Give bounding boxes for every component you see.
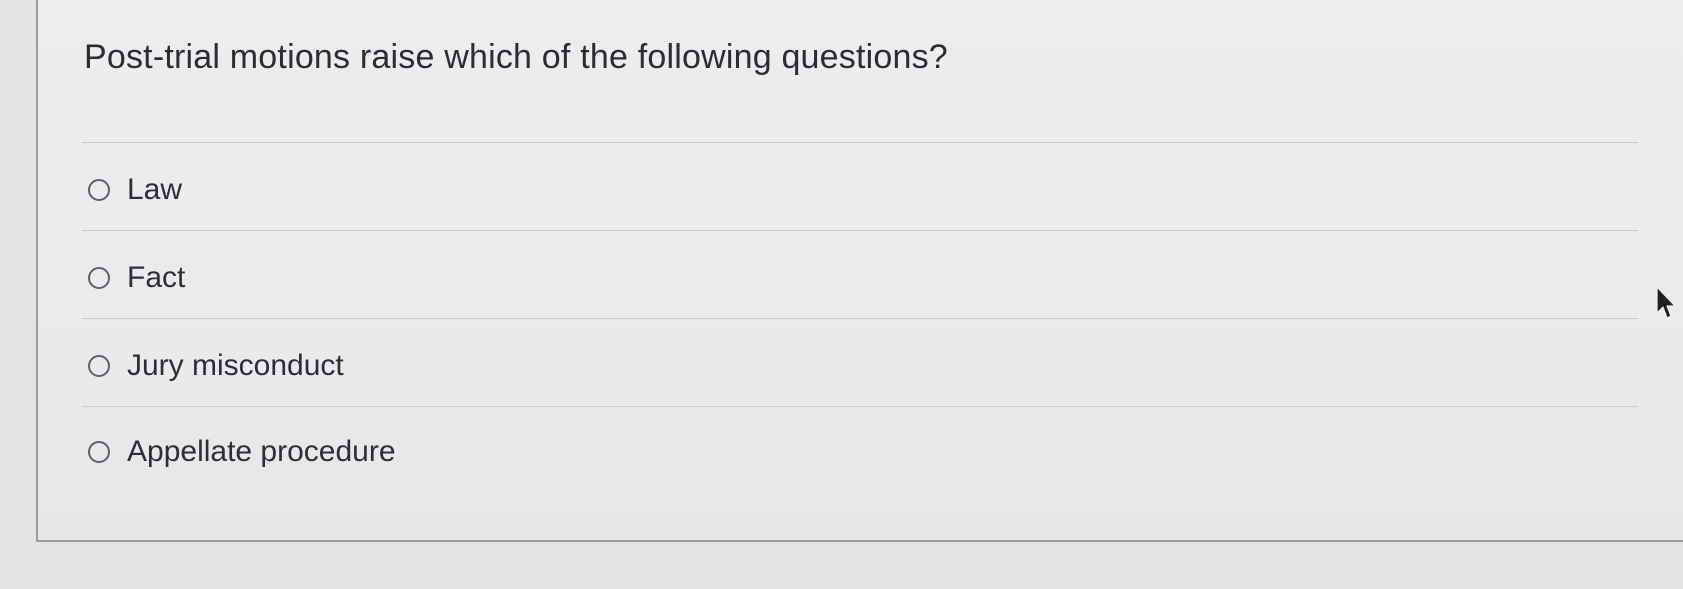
- divider: [82, 142, 1638, 143]
- question-card: Post-trial motions raise which of the fo…: [36, 0, 1683, 542]
- answer-option-fact[interactable]: Fact: [88, 250, 185, 306]
- mouse-pointer-icon: [1656, 286, 1676, 319]
- answer-label: Jury misconduct: [127, 349, 344, 382]
- divider: [82, 406, 1638, 407]
- answer-option-law[interactable]: Law: [88, 162, 182, 218]
- radio-button-jury-misconduct[interactable]: [88, 355, 110, 377]
- answer-label: Law: [127, 173, 183, 206]
- divider: [82, 230, 1638, 231]
- radio-button-law[interactable]: [88, 179, 110, 201]
- answer-label: Appellate procedure: [127, 435, 396, 468]
- question-text: Post-trial motions raise which of the fo…: [84, 38, 948, 76]
- answer-option-jury-misconduct[interactable]: Jury misconduct: [88, 338, 344, 394]
- answer-label: Fact: [127, 261, 186, 294]
- divider: [82, 318, 1638, 319]
- radio-button-appellate-procedure[interactable]: [88, 441, 110, 463]
- radio-button-fact[interactable]: [88, 267, 110, 289]
- answer-option-appellate-procedure[interactable]: Appellate procedure: [88, 424, 396, 480]
